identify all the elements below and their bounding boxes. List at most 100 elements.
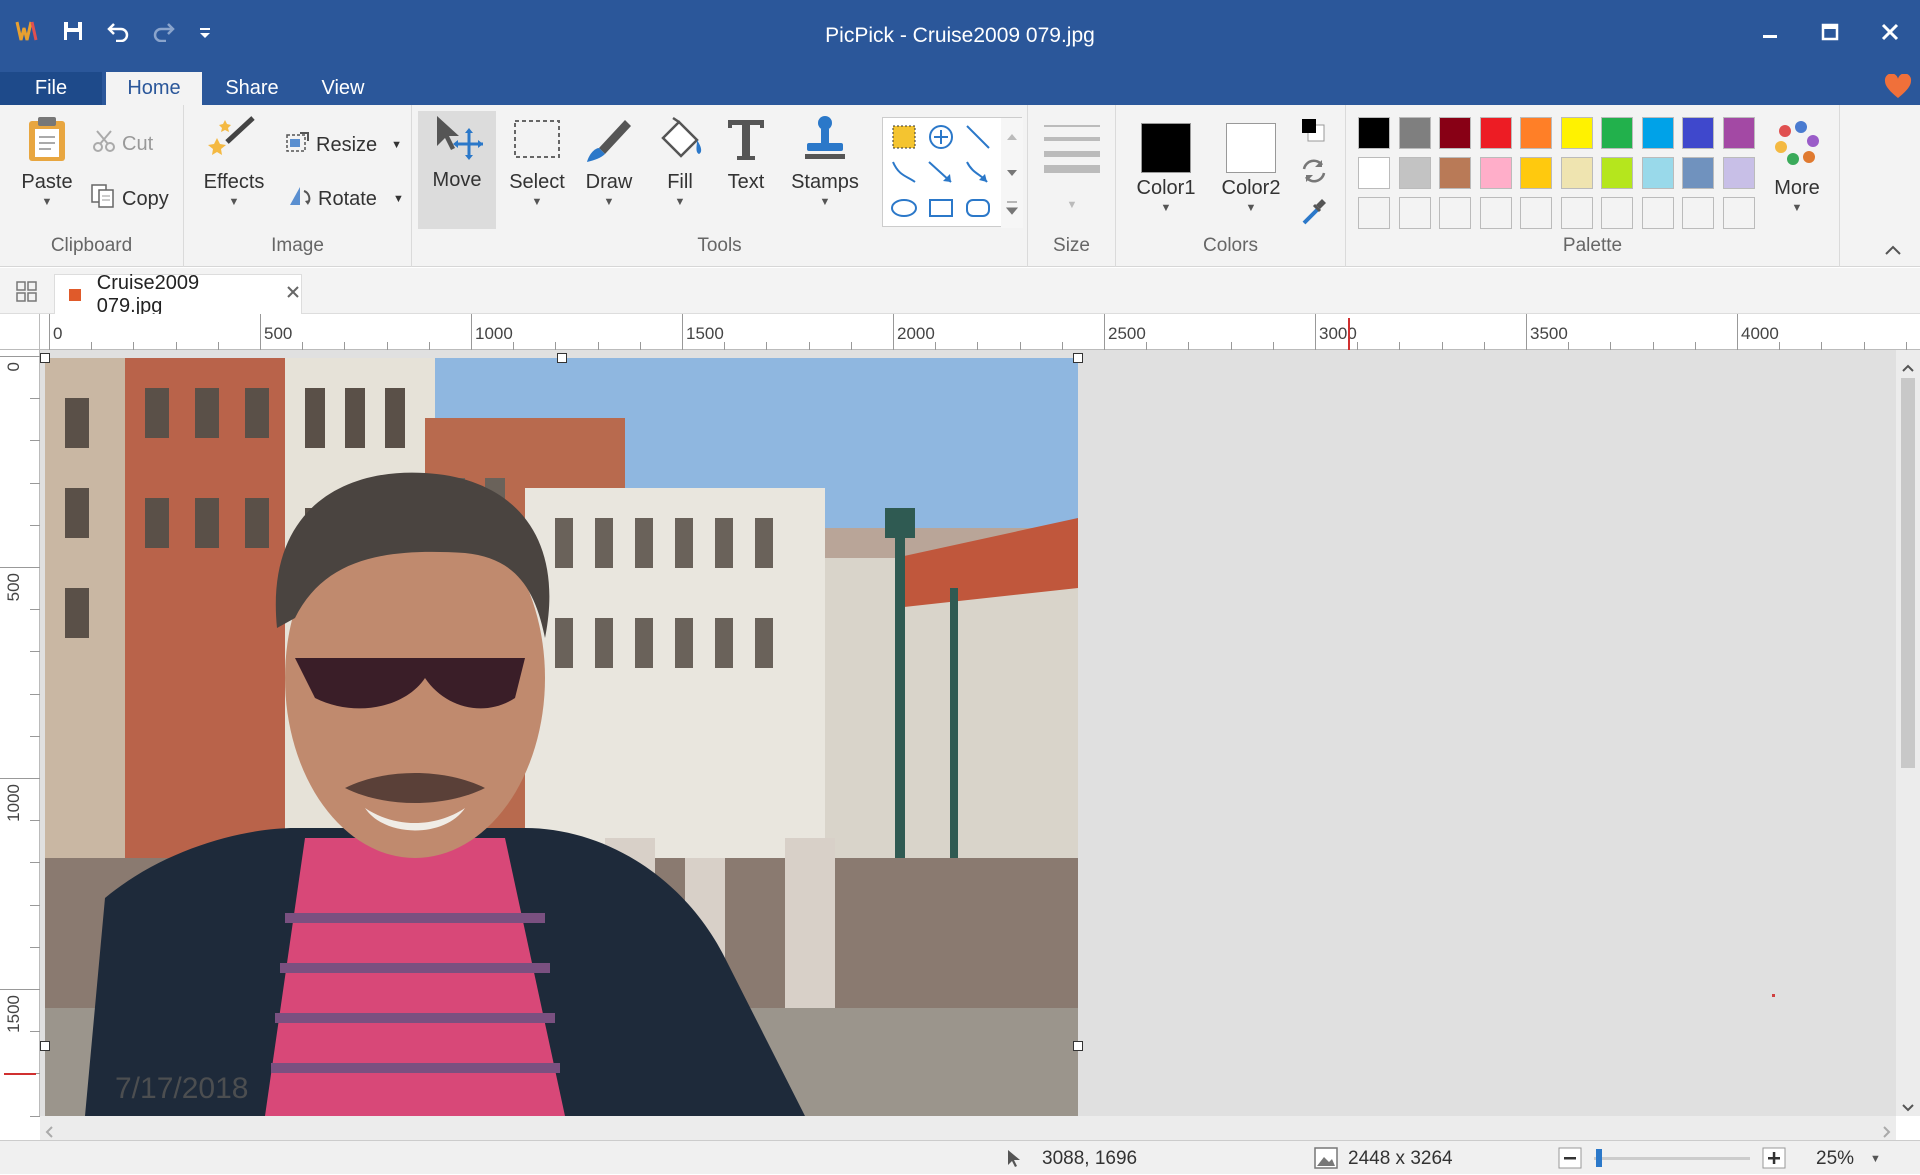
palette-swatch[interactable] xyxy=(1479,117,1512,149)
close-tab-icon[interactable] xyxy=(285,283,301,306)
palette-swatch[interactable] xyxy=(1722,197,1755,229)
color2-swatch xyxy=(1226,123,1276,173)
palette-swatch[interactable] xyxy=(1601,117,1633,149)
palette-swatch[interactable] xyxy=(1560,117,1593,149)
palette-swatch[interactable] xyxy=(1398,157,1431,189)
move-button[interactable]: Move xyxy=(418,111,496,229)
effects-dropdown-icon[interactable]: ▼ xyxy=(198,196,270,208)
size-dropdown-icon[interactable]: ▼ xyxy=(1044,199,1100,211)
heart-icon[interactable] xyxy=(1884,73,1912,106)
palette-swatch[interactable] xyxy=(1641,117,1674,149)
paste-dropdown-icon[interactable]: ▼ xyxy=(12,196,82,208)
fill-dropdown-icon[interactable]: ▼ xyxy=(648,196,712,208)
horizontal-scrollbar[interactable] xyxy=(40,1116,1896,1140)
palette-swatch[interactable] xyxy=(1358,157,1390,189)
document-tab[interactable]: Cruise2009 079.jpg xyxy=(54,272,302,317)
palette-swatch[interactable] xyxy=(1682,157,1714,189)
palette-swatch[interactable] xyxy=(1682,117,1714,149)
close-button[interactable] xyxy=(1860,0,1920,70)
palette-swatch[interactable] xyxy=(1722,117,1755,149)
palette-swatch[interactable] xyxy=(1560,157,1593,189)
draw-button[interactable]: Draw ▼ xyxy=(576,113,642,208)
ruler-minor-tick xyxy=(302,342,304,350)
palette-swatch[interactable] xyxy=(1398,117,1431,149)
resize-button[interactable]: Resize ▼ xyxy=(284,129,402,161)
selection-handle[interactable] xyxy=(557,353,567,363)
photo-image[interactable]: 7/17/2018 xyxy=(45,358,1078,1116)
palette-swatch[interactable] xyxy=(1641,157,1674,189)
palette-swatch[interactable] xyxy=(1682,197,1714,229)
tab-share[interactable]: Share xyxy=(214,72,290,105)
color2-dropdown-icon[interactable]: ▼ xyxy=(1214,202,1288,214)
selection-handle[interactable] xyxy=(1073,1041,1083,1051)
line-size-button[interactable]: ▼ xyxy=(1044,121,1100,211)
palette-swatch[interactable] xyxy=(1398,197,1431,229)
palette-swatch[interactable] xyxy=(1439,197,1471,229)
more-colors-dropdown-icon[interactable]: ▼ xyxy=(1764,202,1830,214)
palette-swatch[interactable] xyxy=(1439,117,1471,149)
color2-label: Color2 xyxy=(1221,177,1281,199)
palette-swatch[interactable] xyxy=(1358,197,1390,229)
scroll-up-icon[interactable] xyxy=(1901,356,1915,379)
rotate-button[interactable]: Rotate ▼ xyxy=(286,183,404,215)
canvas-area[interactable]: 7/17/2018 xyxy=(40,350,1896,1116)
resize-dropdown-icon[interactable]: ▼ xyxy=(391,139,402,151)
color1-dropdown-icon[interactable]: ▼ xyxy=(1130,202,1202,214)
minimize-button[interactable] xyxy=(1740,0,1800,70)
select-dropdown-icon[interactable]: ▼ xyxy=(502,196,572,208)
zoom-in-button[interactable] xyxy=(1762,1147,1786,1175)
zoom-slider-track[interactable] xyxy=(1594,1157,1750,1160)
draw-dropdown-icon[interactable]: ▼ xyxy=(576,196,642,208)
selection-handle[interactable] xyxy=(40,353,50,363)
palette-swatch[interactable] xyxy=(1479,157,1512,189)
shapes-gallery[interactable] xyxy=(882,117,1023,228)
eyedropper-icon[interactable] xyxy=(1300,197,1328,233)
palette-swatch[interactable] xyxy=(1520,157,1552,189)
paste-button[interactable]: Paste ▼ xyxy=(12,113,82,208)
selection-handle[interactable] xyxy=(40,1041,50,1051)
copy-button[interactable]: Copy xyxy=(90,183,169,215)
zoom-out-button[interactable] xyxy=(1558,1147,1582,1175)
select-button[interactable]: Select ▼ xyxy=(502,113,572,208)
tab-view[interactable]: View xyxy=(308,72,378,105)
zoom-slider-thumb[interactable] xyxy=(1596,1149,1602,1167)
maximize-button[interactable] xyxy=(1800,0,1860,70)
more-colors-button[interactable]: More ▼ xyxy=(1764,119,1830,214)
palette-swatch[interactable] xyxy=(1520,117,1552,149)
palette-swatch[interactable] xyxy=(1641,197,1674,229)
tab-grid-icon[interactable] xyxy=(16,281,38,309)
zoom-dropdown-icon[interactable]: ▼ xyxy=(1870,1153,1881,1165)
cut-button[interactable]: Cut xyxy=(92,129,153,159)
ruler-minor-tick xyxy=(344,342,346,350)
tab-file[interactable]: File xyxy=(0,72,102,105)
effects-button[interactable]: Effects ▼ xyxy=(198,113,270,208)
color1-button[interactable]: Color1 ▼ xyxy=(1130,119,1202,214)
default-colors-icon[interactable] xyxy=(1300,117,1328,151)
color2-button[interactable]: Color2 ▼ xyxy=(1214,119,1288,214)
text-button[interactable]: Text xyxy=(718,113,774,194)
palette-swatch[interactable] xyxy=(1722,157,1755,189)
ruler-minor-tick xyxy=(1779,342,1781,350)
vertical-scroll-thumb[interactable] xyxy=(1901,378,1915,768)
palette-swatch[interactable] xyxy=(1439,157,1471,189)
palette-swatch[interactable] xyxy=(1520,197,1552,229)
tab-home[interactable]: Home xyxy=(106,72,202,105)
rotate-dropdown-icon[interactable]: ▼ xyxy=(393,193,404,205)
collapse-ribbon-icon[interactable] xyxy=(1884,239,1902,262)
palette-swatch[interactable] xyxy=(1358,117,1390,149)
select-icon xyxy=(513,119,561,165)
zoom-level[interactable]: 25% xyxy=(1816,1148,1854,1170)
swap-colors-icon[interactable] xyxy=(1300,157,1328,191)
ruler-minor-tick xyxy=(1483,342,1485,350)
palette-swatch[interactable] xyxy=(1601,157,1633,189)
palette-swatch[interactable] xyxy=(1601,197,1633,229)
vertical-scrollbar[interactable] xyxy=(1896,350,1920,1116)
palette-swatch[interactable] xyxy=(1560,197,1593,229)
selection-handle[interactable] xyxy=(1073,353,1083,363)
fill-button[interactable]: Fill ▼ xyxy=(648,113,712,208)
palette-swatch[interactable] xyxy=(1479,197,1512,229)
stamps-label: Stamps xyxy=(791,171,859,193)
stamps-button[interactable]: Stamps ▼ xyxy=(780,113,870,208)
stamps-dropdown-icon[interactable]: ▼ xyxy=(780,196,870,208)
scroll-down-icon[interactable] xyxy=(1901,1096,1915,1119)
